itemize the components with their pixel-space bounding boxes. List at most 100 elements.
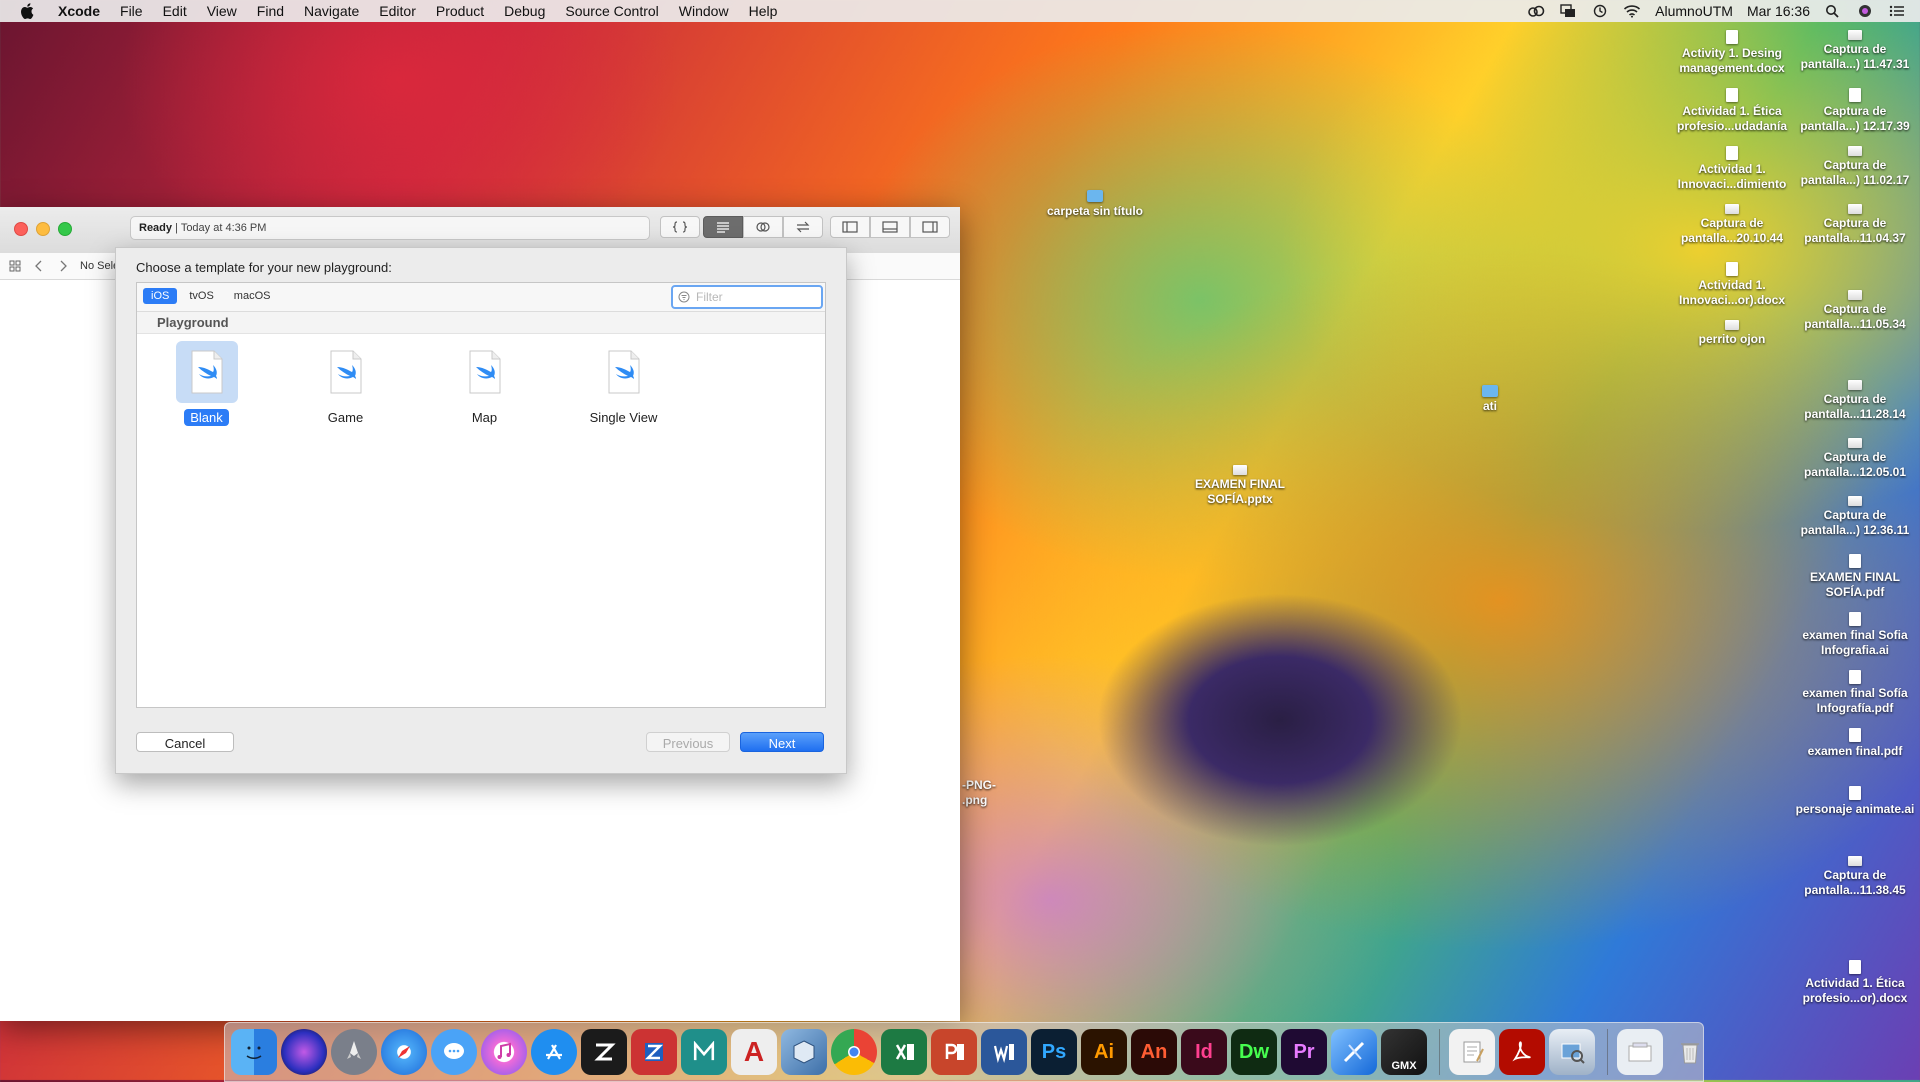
desktop-file[interactable]: Captura de pantalla...) 11.47.31 xyxy=(1795,30,1915,72)
itunes-icon[interactable] xyxy=(481,1029,527,1075)
powerpoint-icon[interactable] xyxy=(931,1029,977,1075)
acrobat-icon[interactable] xyxy=(1499,1029,1545,1075)
illustrator-icon[interactable]: Ai xyxy=(1081,1029,1127,1075)
previous-button[interactable]: Previous xyxy=(646,732,730,752)
next-button[interactable]: Next xyxy=(740,732,824,752)
xcode-icon[interactable] xyxy=(1331,1029,1377,1075)
word-icon[interactable] xyxy=(981,1029,1027,1075)
menu-navigate[interactable]: Navigate xyxy=(294,0,369,22)
zbrush-icon[interactable] xyxy=(581,1029,627,1075)
platform-tab-macos[interactable]: macOS xyxy=(226,288,279,304)
zoom-window-button[interactable] xyxy=(58,222,72,236)
template-blank[interactable]: Blank xyxy=(137,341,276,426)
desktop-file[interactable]: Actividad 1. Innovaci...dimiento xyxy=(1672,146,1792,192)
chrome-icon[interactable] xyxy=(831,1029,877,1075)
desktop-file[interactable]: perrito ojon xyxy=(1672,320,1792,347)
creative-cloud-icon[interactable] xyxy=(1527,4,1545,18)
trash-icon[interactable] xyxy=(1667,1029,1713,1075)
filter-field[interactable] xyxy=(671,285,823,309)
textedit-icon[interactable] xyxy=(1449,1029,1495,1075)
menu-product[interactable]: Product xyxy=(426,0,494,22)
back-arrow-icon[interactable] xyxy=(30,257,48,275)
maya-icon[interactable] xyxy=(681,1029,727,1075)
virtualbox-icon[interactable] xyxy=(781,1029,827,1075)
safari-icon[interactable] xyxy=(381,1029,427,1075)
desktop-file[interactable]: Captura de pantalla...11.04.37 xyxy=(1795,204,1915,246)
desktop-file[interactable]: Activity 1. Desing management.docx xyxy=(1672,30,1792,76)
menubar-clock[interactable]: Mar 16:36 xyxy=(1747,0,1810,22)
desktop-file[interactable]: Actividad 1. Ética profesio...udadanía xyxy=(1672,88,1792,134)
forward-arrow-icon[interactable] xyxy=(54,257,72,275)
desktop-file[interactable]: examen final.pdf xyxy=(1795,728,1915,759)
desktop-file[interactable]: Captura de pantalla...12.05.01 xyxy=(1795,438,1915,480)
desktop-file[interactable]: Actividad 1. Ética profesio...or).docx xyxy=(1795,960,1915,1006)
assistant-editor-button[interactable] xyxy=(743,216,783,238)
finder-icon[interactable] xyxy=(231,1029,277,1075)
desktop-folder[interactable]: ati xyxy=(1430,385,1550,414)
library-button[interactable] xyxy=(660,216,700,238)
excel-icon[interactable] xyxy=(881,1029,927,1075)
standard-editor-button[interactable] xyxy=(703,216,743,238)
menu-help[interactable]: Help xyxy=(739,0,788,22)
related-items-icon[interactable] xyxy=(6,257,24,275)
desktop-folder[interactable]: carpeta sin título xyxy=(1035,190,1155,219)
menu-find[interactable]: Find xyxy=(247,0,294,22)
filter-input[interactable] xyxy=(694,289,818,305)
app-store-icon[interactable] xyxy=(531,1029,577,1075)
desktop-file[interactable]: Captura de pantalla...) 12.17.39 xyxy=(1795,88,1915,134)
messages-icon[interactable] xyxy=(431,1029,477,1075)
desktop-file[interactable]: Captura de pantalla...11.28.14 xyxy=(1795,380,1915,422)
menu-app-name[interactable]: Xcode xyxy=(48,0,110,22)
indesign-icon[interactable]: Id xyxy=(1181,1029,1227,1075)
desktop-file[interactable]: Captura de pantalla...20.10.44 xyxy=(1672,204,1792,246)
template-map[interactable]: Map xyxy=(415,341,554,426)
wifi-icon[interactable] xyxy=(1623,4,1641,18)
menu-file[interactable]: File xyxy=(110,0,153,22)
downloads-stack-icon[interactable] xyxy=(1617,1029,1663,1075)
desktop-file[interactable]: Captura de pantalla...) 11.02.17 xyxy=(1795,146,1915,188)
menu-window[interactable]: Window xyxy=(669,0,739,22)
preview-icon[interactable] xyxy=(1549,1029,1595,1075)
desktop-file[interactable]: Captura de pantalla...11.38.45 xyxy=(1795,856,1915,898)
time-machine-icon[interactable] xyxy=(1591,4,1609,18)
desktop-file[interactable]: EXAMEN FINAL SOFÍA.pptx xyxy=(1180,465,1300,507)
desktop-file[interactable]: Captura de pantalla...) 12.36.11 xyxy=(1795,496,1915,538)
autocad-icon[interactable]: A xyxy=(731,1029,777,1075)
spotlight-icon[interactable] xyxy=(1824,4,1842,18)
toggle-debug-area-button[interactable] xyxy=(870,216,910,238)
desktop-file[interactable]: examen final Sofía Infografía.pdf xyxy=(1795,670,1915,716)
photoshop-icon[interactable]: Ps xyxy=(1031,1029,1077,1075)
apple-menu-icon[interactable] xyxy=(16,0,38,22)
desktop-file[interactable]: -PNG- .png xyxy=(962,778,1002,808)
menu-source-control[interactable]: Source Control xyxy=(555,0,668,22)
screen-mirror-icon[interactable] xyxy=(1559,4,1577,18)
menu-edit[interactable]: Edit xyxy=(153,0,197,22)
cancel-button[interactable]: Cancel xyxy=(136,732,234,752)
menu-editor[interactable]: Editor xyxy=(369,0,426,22)
toggle-inspector-button[interactable] xyxy=(910,216,950,238)
gmx-icon[interactable]: GMX xyxy=(1381,1029,1427,1075)
desktop-file[interactable]: EXAMEN FINAL SOFÍA.pdf xyxy=(1795,554,1915,600)
toggle-navigator-button[interactable] xyxy=(830,216,870,238)
minimize-window-button[interactable] xyxy=(36,222,50,236)
template-single-view[interactable]: Single View xyxy=(554,341,693,426)
desktop-file[interactable]: personaje animate.ai xyxy=(1795,786,1915,817)
dreamweaver-icon[interactable]: Dw xyxy=(1231,1029,1277,1075)
siri-icon[interactable] xyxy=(1856,4,1874,18)
version-editor-button[interactable] xyxy=(783,216,823,238)
desktop-file[interactable]: Captura de pantalla...11.05.34 xyxy=(1795,290,1915,332)
platform-tab-tvos[interactable]: tvOS xyxy=(181,288,221,304)
jump-bar-label[interactable]: No Sele xyxy=(80,260,119,272)
platform-tab-ios[interactable]: iOS xyxy=(143,288,178,304)
menu-view[interactable]: View xyxy=(197,0,247,22)
animate-icon[interactable]: An xyxy=(1131,1029,1177,1075)
notification-center-icon[interactable] xyxy=(1888,4,1906,18)
siri-icon[interactable] xyxy=(281,1029,327,1075)
desktop-file[interactable]: examen final Sofia Infografia.ai xyxy=(1795,612,1915,658)
launchpad-icon[interactable] xyxy=(331,1029,377,1075)
filezilla-icon[interactable] xyxy=(631,1029,677,1075)
menu-debug[interactable]: Debug xyxy=(494,0,555,22)
desktop-file[interactable]: Actividad 1. Innovaci...or).docx xyxy=(1672,262,1792,308)
template-game[interactable]: Game xyxy=(276,341,415,426)
menubar-user[interactable]: AlumnoUTM xyxy=(1655,0,1733,22)
